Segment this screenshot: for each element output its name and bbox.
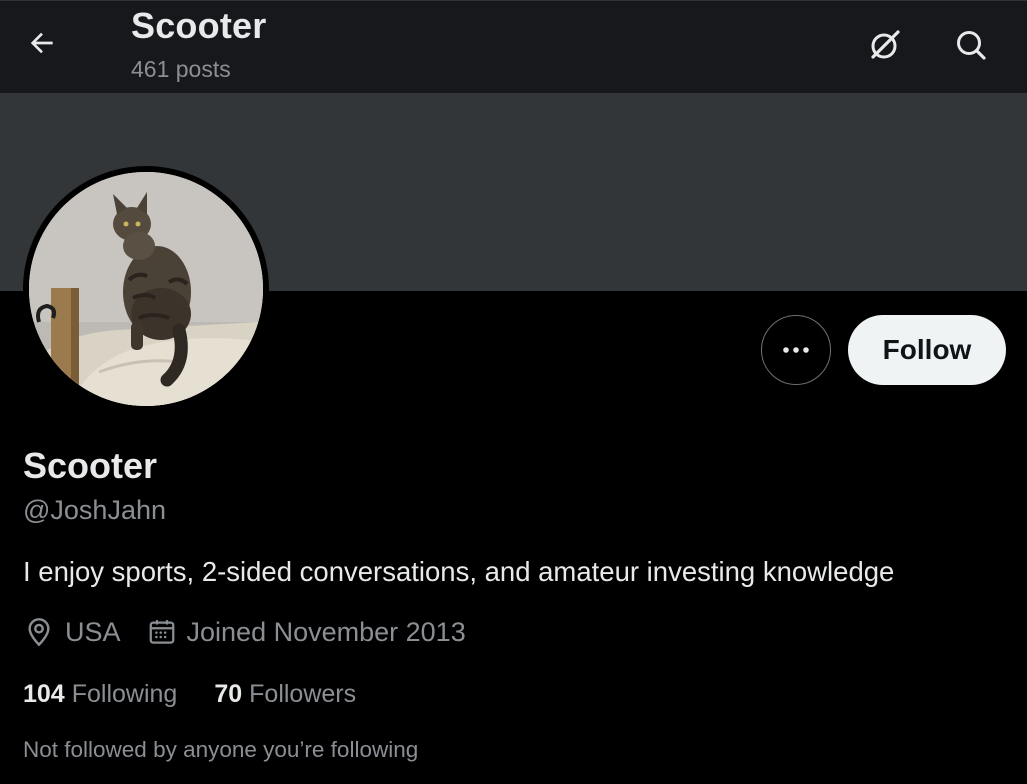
calendar-icon [149, 620, 174, 644]
post-count: 461 posts [131, 56, 231, 82]
display-name: Scooter [23, 445, 158, 486]
follow-stats: 104 Following 70 Followers [23, 677, 356, 711]
location-pin-icon [28, 618, 50, 647]
back-button[interactable] [22, 23, 62, 63]
following-link[interactable]: 104 Following [23, 680, 177, 709]
location-text: USA [65, 616, 121, 647]
avatar[interactable] [23, 166, 269, 412]
more-dots-icon [783, 347, 809, 353]
followers-count: 70 [214, 679, 243, 708]
joined-text: Joined November 2013 [186, 616, 466, 647]
cat-photo [29, 172, 263, 406]
followers-label: Followers [249, 679, 357, 708]
avatar-image [29, 172, 263, 406]
bio: I enjoy sports, 2-sided conversations, a… [23, 556, 895, 587]
followers-link[interactable]: 70 Followers [214, 680, 356, 709]
grok-button[interactable] [863, 23, 907, 67]
location-item: USA [23, 616, 121, 648]
page-title: Scooter [131, 5, 267, 46]
follow-button[interactable]: Follow [848, 315, 1006, 385]
more-options-button[interactable] [761, 315, 831, 385]
search-icon [957, 31, 986, 60]
following-count: 104 [23, 679, 65, 708]
arrow-left-icon [30, 32, 53, 54]
following-label: Following [71, 679, 178, 708]
joined-item: Joined November 2013 [147, 617, 466, 648]
profile-header: Scooter 461 posts [0, 0, 1027, 93]
grok-icon [871, 30, 900, 59]
search-button[interactable] [949, 23, 993, 67]
profile-meta: USA Joined November 2013 [23, 615, 466, 649]
handle: @JoshJahn [23, 495, 166, 525]
header-title-block: Scooter 461 posts [131, 5, 266, 82]
mutual-followers-note: Not followed by anyone you’re following [23, 737, 419, 762]
